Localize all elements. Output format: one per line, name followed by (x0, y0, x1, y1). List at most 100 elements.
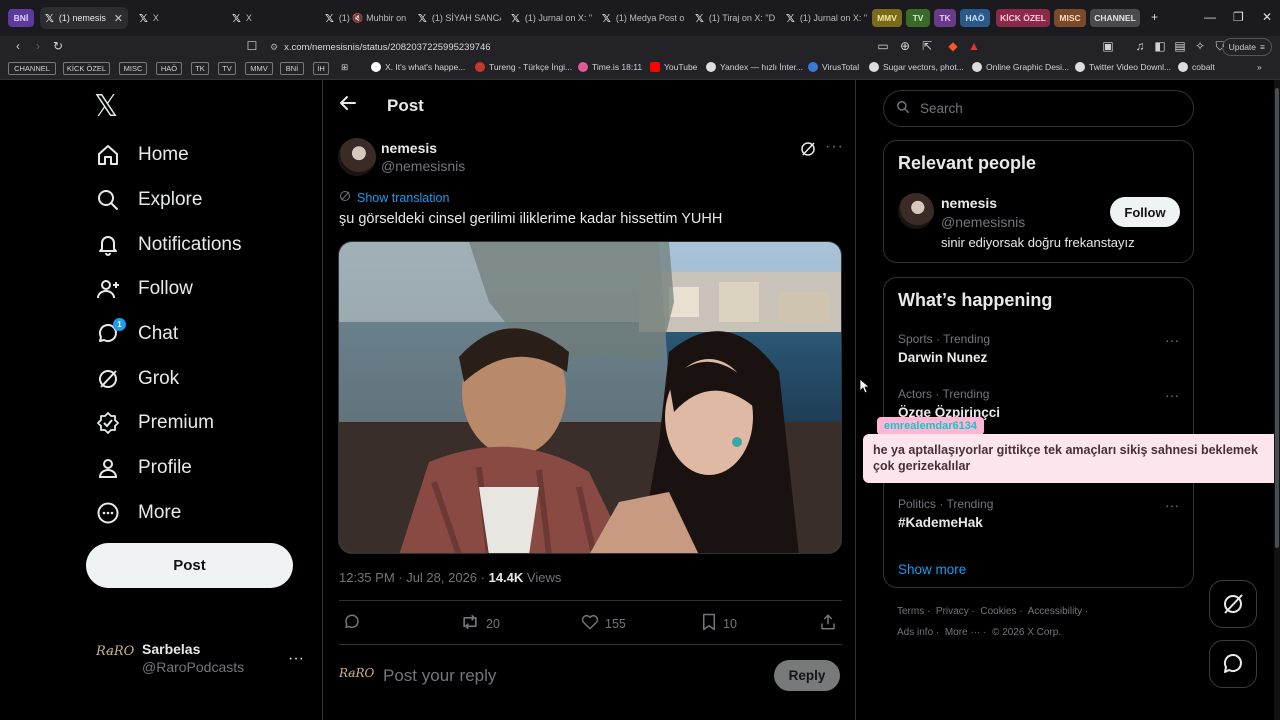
nav-profile[interactable]: Profile (96, 448, 192, 488)
tab-muhbir[interactable]: 𝕏 (1) 🔇 Muhbir on (320, 7, 408, 29)
back-arrow-icon[interactable] (339, 94, 357, 117)
bookmark-folder-mmv[interactable]: MMV (245, 62, 273, 75)
bookmark-cobalt[interactable]: cobalt (1178, 62, 1215, 72)
footer-link-more[interactable]: More ··· (945, 627, 981, 638)
footer-link-terms[interactable]: Terms (897, 606, 924, 617)
forward-icon[interactable]: › (30, 39, 46, 53)
tab-siyah-sancak[interactable]: 𝕏 (1) SİYAH SANCA (413, 7, 501, 29)
back-icon[interactable]: ‹ (10, 39, 26, 53)
bookmark-yandex[interactable]: Yandex — hızlı İnter... (706, 62, 803, 72)
update-button[interactable]: Update ≡ (1221, 38, 1272, 56)
tab-jurnal[interactable]: 𝕏 (1) Jurnal on X: " (506, 7, 594, 29)
bookmark-folder-misc[interactable]: MISC (119, 62, 147, 75)
tab-group-chip-channel[interactable]: CHANNEL (1090, 9, 1140, 27)
chat-fab-button[interactable] (1209, 640, 1257, 688)
x-logo-icon[interactable]: 𝕏 (94, 92, 118, 122)
tab-group-chip-hao[interactable]: HAÖ (960, 9, 990, 27)
bookmark-sugar-vectors[interactable]: Sugar vectors, phot... (869, 62, 964, 72)
reply-button[interactable]: Reply (774, 660, 840, 691)
author-name[interactable]: nemesis (381, 140, 437, 156)
share-icon[interactable]: ⇱ (919, 39, 935, 53)
account-menu-icon[interactable]: ··· (288, 650, 304, 668)
show-translation-link[interactable]: Show translation (339, 190, 449, 205)
nav-explore[interactable]: Explore (96, 180, 202, 220)
apps-grid-icon[interactable]: ⊞ (341, 62, 348, 73)
bookmarks-overflow-icon[interactable]: » (1257, 62, 1262, 72)
account-switcher[interactable]: Ra̶RO Sarbelas @RaroPodcasts ··· (96, 638, 306, 680)
person-avatar[interactable] (898, 193, 934, 229)
trend-more-icon[interactable]: ··· (1165, 387, 1179, 403)
reply-action[interactable] (343, 613, 361, 634)
tab-nemesis[interactable]: 𝕏 (1) nemesis ✕ (40, 7, 128, 29)
footer-link-accessibility[interactable]: Accessibility (1028, 606, 1082, 617)
person-handle[interactable]: @nemesisnis (941, 214, 1025, 230)
bookmark-youtube[interactable]: YouTube (650, 62, 697, 72)
tab-tiraj[interactable]: 𝕏 (1) Tiraj on X: "D (690, 7, 778, 29)
tab-group-chip-mmv[interactable]: MMV (872, 9, 902, 27)
trend-more-icon[interactable]: ··· (1165, 497, 1179, 513)
bookmark-page-icon[interactable]: ☐ (244, 39, 260, 53)
trend-item[interactable]: Actors · Trending Özge Özpirinçci ··· (898, 387, 1183, 420)
tab-jurnal-2[interactable]: 𝕏 (1) Jurnal on X: " (781, 7, 867, 29)
bookmark-x[interactable]: X. It's what's happe... (371, 62, 465, 72)
author-avatar[interactable] (338, 138, 376, 176)
restore-icon[interactable]: ❐ (1233, 10, 1244, 24)
tab-group-chip-bni[interactable]: BNİ (8, 9, 34, 27)
bookmark-folder-hao[interactable]: HAÖ (156, 62, 182, 75)
tab-group-chip-kick-ozel[interactable]: KİCK ÖZEL (996, 9, 1050, 27)
bookmark-folder-channel[interactable]: CHANNEL (8, 62, 56, 75)
footer-link-cookies[interactable]: Cookies (980, 606, 1016, 617)
bookmark-online-graphic[interactable]: Online Graphic Desi... (972, 62, 1069, 72)
bookmark-folder-bni[interactable]: BNİ (280, 62, 304, 75)
grok-icon[interactable] (799, 140, 817, 163)
footer-link-ads-info[interactable]: Ads info (897, 627, 933, 638)
grok-fab-button[interactable] (1209, 580, 1257, 628)
media-icon[interactable]: ♫ (1132, 39, 1148, 53)
post-more-icon[interactable]: ··· (825, 138, 844, 156)
tab-group-chip-tv[interactable]: TV (906, 9, 930, 27)
show-more-link[interactable]: Show more (898, 562, 966, 577)
reply-input[interactable]: Post your reply (383, 666, 496, 686)
brave-shields-icon[interactable]: ◆ (945, 39, 961, 53)
close-tab-icon[interactable]: ✕ (114, 12, 123, 25)
like-action[interactable]: 155 (581, 613, 626, 634)
nav-home[interactable]: Home (96, 135, 189, 175)
tab-group-chip-tk[interactable]: TK (934, 9, 956, 27)
bookmark-folder-tv[interactable]: TV (218, 62, 236, 75)
close-window-icon[interactable]: ✕ (1262, 10, 1272, 24)
trend-more-icon[interactable]: ··· (1165, 332, 1179, 348)
share-action[interactable] (819, 613, 837, 634)
footer-link-privacy[interactable]: Privacy (936, 606, 969, 617)
nav-more[interactable]: More (96, 493, 181, 533)
author-handle[interactable]: @nemesisnis (381, 158, 465, 174)
tab-x[interactable]: 𝕏X (134, 7, 222, 29)
bookmark-folder-tk[interactable]: TK (191, 62, 209, 75)
page-scrollbar[interactable] (1274, 80, 1280, 720)
brave-rewards-icon[interactable]: ▲ (966, 39, 982, 53)
screen-cast-icon[interactable]: ▭ (875, 39, 891, 53)
tab-medya-post[interactable]: 𝕏 (1) Medya Post o (597, 7, 685, 29)
post-image[interactable] (338, 241, 842, 554)
repost-action[interactable]: 20 (460, 613, 500, 634)
nav-notifications[interactable]: Notifications (96, 225, 242, 265)
minimize-icon[interactable]: — (1204, 10, 1216, 24)
site-info-icon[interactable]: ⚙ (270, 42, 278, 53)
bookmark-folder-kick-ozel[interactable]: KİCK ÖZEL (63, 62, 110, 75)
tab-group-chip-misc[interactable]: MISC (1054, 9, 1086, 27)
scrollbar-thumb[interactable] (1275, 88, 1279, 548)
trend-item[interactable]: Politics · Trending #KademeHak ··· (898, 497, 1183, 530)
compose-post-button[interactable]: Post (86, 543, 293, 588)
bookmark-tureng[interactable]: Tureng - Türkçe İngi... (475, 62, 572, 72)
nav-follow[interactable]: Follow (96, 269, 193, 309)
sidebar-toggle-icon[interactable]: ▣ (1100, 39, 1116, 53)
search-input[interactable]: Search (883, 90, 1194, 127)
nav-chat[interactable]: 1 Chat (96, 314, 178, 354)
wallet-icon[interactable]: ▤ (1172, 39, 1188, 53)
leo-ai-icon[interactable]: ✧ (1192, 39, 1208, 53)
bookmark-folder-ih[interactable]: İH (313, 62, 329, 75)
bookmark-action[interactable]: 10 (701, 613, 737, 634)
bookmark-twitter-downloader[interactable]: Twitter Video Downl... (1075, 62, 1171, 72)
nav-grok[interactable]: Grok (96, 359, 179, 399)
bookmark-time-is[interactable]: Time.is 18:11 (578, 62, 642, 72)
zoom-icon[interactable]: ⊕ (897, 39, 913, 53)
